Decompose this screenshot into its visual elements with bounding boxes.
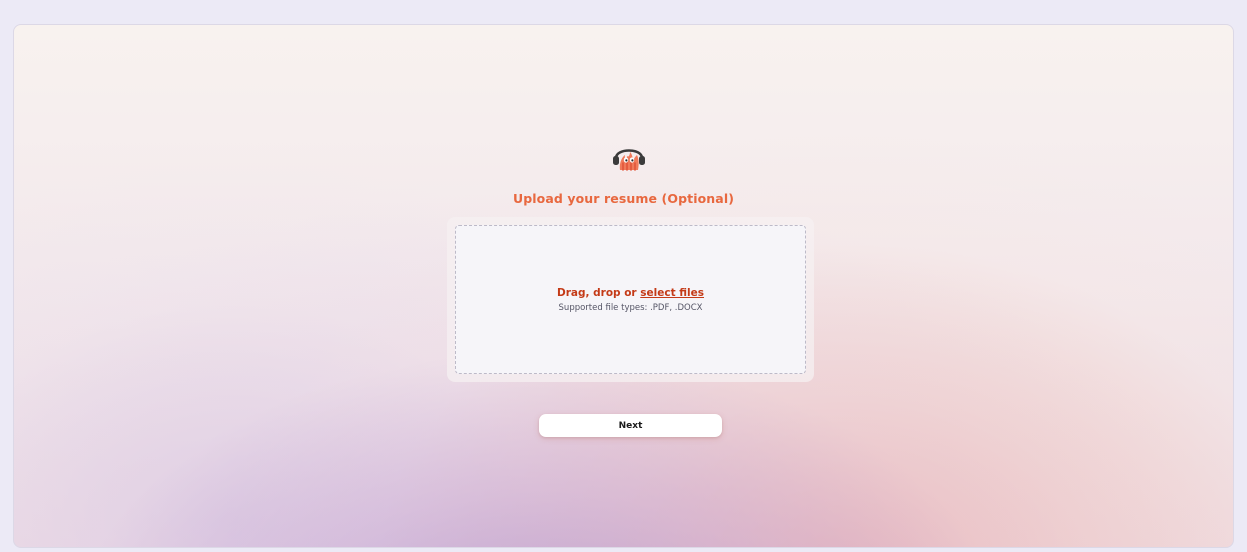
app-frame: Upload your resume (Optional) Drag, drop… [13,24,1234,548]
file-dropzone[interactable]: Drag, drop or select files Supported fil… [455,225,806,374]
drop-prefix-text: Drag, drop or [556,286,641,299]
supported-file-types: Supported file types: .PDF, .DOCX [558,302,703,313]
next-button[interactable]: Next [539,414,722,437]
headphones-mascot-icon [613,149,645,171]
upload-page: Upload your resume (Optional) Drag, drop… [14,25,1233,547]
upload-card: Drag, drop or select files Supported fil… [447,217,814,382]
drop-instructions: Drag, drop or select files [557,287,704,299]
select-files-link[interactable]: select files [640,287,704,299]
page-title: Upload your resume (Optional) [512,191,735,206]
